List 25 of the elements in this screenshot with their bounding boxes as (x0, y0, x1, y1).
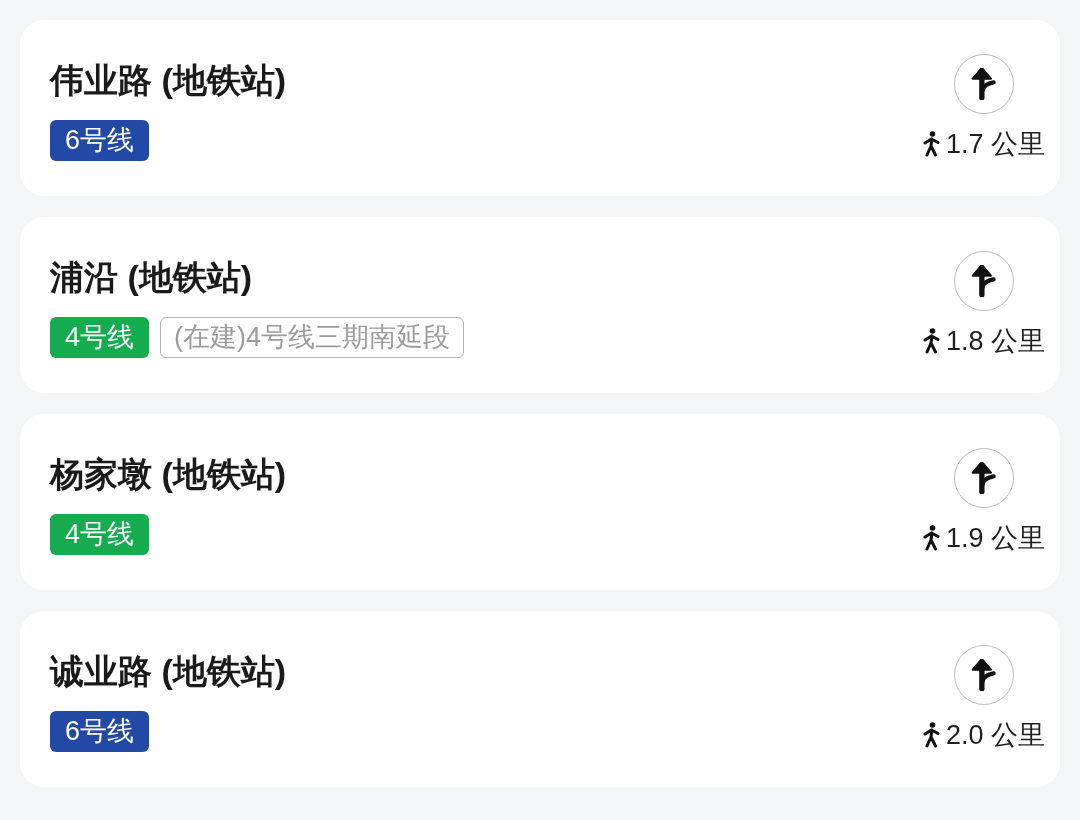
line-tag: 6号线 (50, 711, 150, 752)
planned-line-tag: (在建)4号线三期南延段 (160, 317, 465, 358)
fork-arrow-icon (970, 68, 997, 100)
walking-distance: 1.9 公里 (945, 522, 1045, 555)
walking-person-icon (922, 722, 941, 748)
walking-person-icon (922, 525, 941, 551)
station-card[interactable]: 浦沿 (地铁站) 4号线 (在建)4号线三期南延段 1.8 公里 (20, 217, 1060, 393)
fork-arrow-icon (970, 659, 997, 691)
station-card[interactable]: 杨家墩 (地铁站) 4号线 1.9 公里 (20, 414, 1060, 590)
walking-distance: 1.7 公里 (945, 128, 1045, 161)
station-card[interactable]: 伟业路 (地铁站) 6号线 1.7 公里 (20, 20, 1060, 196)
fork-arrow-icon (970, 462, 997, 494)
fork-arrow-icon (970, 265, 997, 297)
line-tag: 6号线 (50, 120, 150, 161)
line-tag: 4号线 (50, 317, 150, 358)
station-name: 诚业路 (地铁站) (50, 651, 287, 692)
walking-distance: 2.0 公里 (945, 719, 1045, 752)
line-tag: 4号线 (50, 514, 150, 555)
walking-distance: 1.8 公里 (945, 325, 1045, 358)
walking-person-icon (922, 131, 941, 157)
station-card[interactable]: 诚业路 (地铁站) 6号线 2.0 公里 (20, 611, 1060, 787)
station-name: 伟业路 (地铁站) (50, 60, 287, 101)
station-name: 浦沿 (地铁站) (50, 257, 254, 298)
station-name: 杨家墩 (地铁站) (50, 454, 287, 495)
walking-person-icon (922, 328, 941, 354)
